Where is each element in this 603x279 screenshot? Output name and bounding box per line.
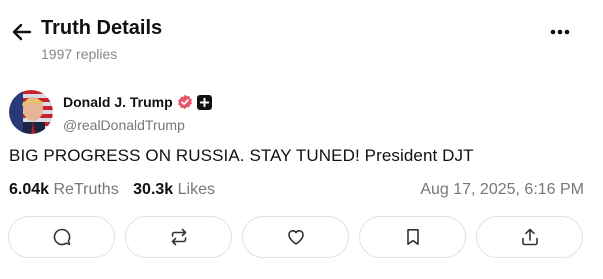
repost-icon bbox=[171, 228, 186, 246]
arrow-left-icon bbox=[12, 23, 32, 41]
retruths-count: 6.04k bbox=[9, 181, 50, 198]
like-button[interactable] bbox=[242, 216, 349, 258]
author-handle[interactable]: @realDonaldTrump bbox=[63, 117, 185, 133]
page-title: Truth Details bbox=[41, 17, 163, 39]
back-button[interactable] bbox=[10, 20, 34, 44]
post-text: BIG PROGRESS ON RUSSIA. STAY TUNED! Pres… bbox=[9, 146, 474, 165]
heart-icon bbox=[287, 230, 304, 245]
retruths-stat[interactable]: 6.04k ReTruths bbox=[9, 181, 123, 198]
bookmark-icon bbox=[406, 229, 419, 245]
bookmark-button[interactable] bbox=[359, 216, 466, 258]
share-icon bbox=[521, 228, 538, 246]
likes-count: 30.3k bbox=[133, 181, 174, 198]
replies-count: 1997 replies bbox=[41, 46, 118, 62]
post-timestamp: Aug 17, 2025, 6:16 PM bbox=[420, 181, 584, 198]
post-stats: 6.04k ReTruths 30.3k Likes bbox=[9, 181, 215, 199]
plus-badge-icon bbox=[197, 95, 212, 110]
reply-button[interactable] bbox=[8, 216, 115, 258]
action-bar bbox=[8, 216, 586, 260]
page-header: Truth Details 1997 replies bbox=[0, 0, 603, 80]
comment-icon bbox=[53, 228, 70, 246]
retruth-button[interactable] bbox=[125, 216, 232, 258]
avatar[interactable] bbox=[9, 90, 53, 134]
share-button[interactable] bbox=[476, 216, 583, 258]
likes-label: Likes bbox=[177, 181, 216, 198]
ellipsis-icon bbox=[550, 29, 570, 35]
verified-badge-icon bbox=[177, 94, 193, 110]
author-name[interactable]: Donald J. Trump bbox=[63, 94, 173, 110]
more-options-button[interactable] bbox=[548, 22, 572, 42]
retruths-label: ReTruths bbox=[53, 181, 119, 198]
likes-stat[interactable]: 30.3k Likes bbox=[133, 181, 215, 198]
